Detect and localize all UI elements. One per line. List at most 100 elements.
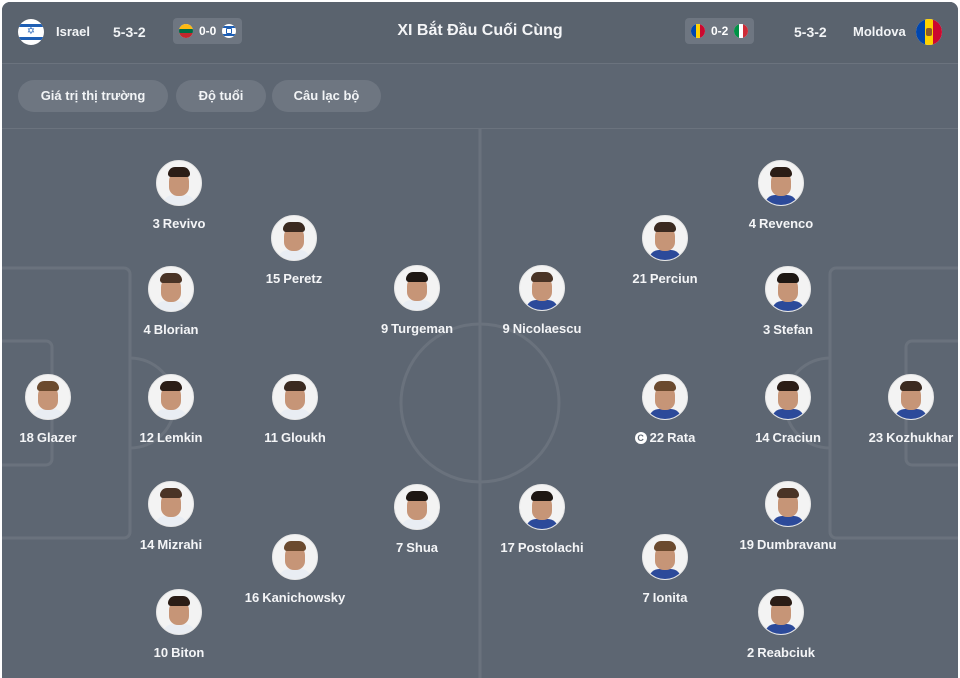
- player-name: Kanichowsky: [262, 590, 346, 605]
- player-photo: [519, 484, 565, 530]
- player-name: Revenco: [759, 216, 814, 231]
- player-label: 10 Biton: [109, 645, 249, 660]
- home-player-1[interactable]: 15 Peretz: [224, 215, 364, 286]
- player-name: Mizrahi: [157, 537, 203, 552]
- player-name: Peretz: [283, 271, 323, 286]
- player-number: 18: [19, 430, 34, 445]
- player-label: 7 Shua: [347, 540, 487, 555]
- captain-badge-icon: C: [634, 431, 647, 444]
- filter-market-value-button[interactable]: Giá trị thị trường: [18, 80, 168, 112]
- player-label: 2 Reabciuk: [711, 645, 851, 660]
- filter-age-button[interactable]: Độ tuổi: [176, 80, 266, 112]
- italy-flag-icon: [734, 24, 749, 38]
- away-player-8[interactable]: 17 Postolachi: [472, 484, 612, 555]
- away-formation: 5-3-2: [794, 24, 827, 40]
- player-name: Nicolaescu: [512, 321, 582, 336]
- player-label: 4 Blorian: [101, 322, 241, 337]
- away-team-name[interactable]: Moldova: [853, 24, 906, 39]
- home-player-2[interactable]: 4 Blorian: [101, 266, 241, 337]
- player-name: Dumbravanu: [757, 537, 837, 552]
- player-number: 14: [755, 430, 770, 445]
- player-label: 11 Gloukh: [225, 430, 365, 445]
- player-number: 17: [500, 540, 515, 555]
- player-number: 4: [143, 322, 151, 337]
- player-photo: [25, 374, 71, 420]
- player-name: Lemkin: [156, 430, 203, 445]
- player-photo: [148, 266, 194, 312]
- player-label: 12 Lemkin: [101, 430, 241, 445]
- player-photo: [758, 160, 804, 206]
- player-label: 9 Nicolaescu: [472, 321, 612, 336]
- player-number: 9: [380, 321, 389, 336]
- away-recent-match[interactable]: 0-2: [685, 18, 755, 44]
- away-player-3[interactable]: 3 Stefan: [718, 266, 858, 337]
- player-photo: [765, 374, 811, 420]
- player-number: 9: [502, 321, 510, 336]
- player-name: Kozhukhar: [886, 430, 954, 445]
- player-photo: [765, 266, 811, 312]
- player-photo: [272, 534, 318, 580]
- player-number: 3: [152, 216, 160, 231]
- player-name: Postolachi: [517, 540, 584, 555]
- player-number: 7: [642, 590, 650, 605]
- player-name: Stefan: [773, 322, 813, 337]
- lineup-header: ✡ Israel 5-3-2 0-0 XI Bắt Đầu Cuối Cùng: [2, 2, 958, 64]
- player-name: Blorian: [153, 322, 199, 337]
- pitch: 3 Revivo 15 Peretz 4 Blorian 9 Turgeman 18 Glazer…: [2, 129, 958, 678]
- filter-club-button[interactable]: Câu lạc bộ: [272, 80, 381, 112]
- player-name: Revivo: [162, 216, 206, 231]
- away-player-4[interactable]: C 22 Rata: [595, 374, 735, 445]
- player-photo: [156, 160, 202, 206]
- player-number: 11: [264, 430, 278, 445]
- player-number: 19: [739, 537, 754, 552]
- player-name: Ionita: [652, 590, 688, 605]
- player-number: 2: [746, 645, 755, 660]
- away-player-10[interactable]: 2 Reabciuk: [711, 589, 851, 660]
- player-photo: [148, 374, 194, 420]
- away-recent-score: 0-2: [711, 24, 729, 38]
- filter-bar: Giá trị thị trường Độ tuổi Câu lạc bộ: [2, 64, 958, 129]
- player-name: Gloukh: [280, 430, 326, 445]
- player-label: 9 Turgeman: [347, 321, 487, 336]
- player-label: 3 Stefan: [718, 322, 858, 337]
- home-player-5[interactable]: 12 Lemkin: [101, 374, 241, 445]
- player-number: 21: [632, 271, 647, 286]
- home-player-8[interactable]: 7 Shua: [347, 484, 487, 555]
- player-photo: [642, 534, 688, 580]
- player-label: 14 Craciun: [718, 430, 858, 445]
- away-player-5[interactable]: 14 Craciun: [718, 374, 858, 445]
- player-photo: [888, 374, 934, 420]
- moldova-flag-icon: [916, 19, 942, 45]
- player-name: Biton: [171, 645, 205, 660]
- player-photo: [272, 374, 318, 420]
- player-photo: [271, 215, 317, 261]
- player-number: 23: [868, 430, 884, 445]
- away-player-6[interactable]: 23 Kozhukhar: [841, 374, 958, 445]
- player-photo: [519, 265, 565, 311]
- home-player-10[interactable]: 10 Biton: [109, 589, 249, 660]
- player-name: Glazer: [36, 430, 77, 445]
- away-player-7[interactable]: 19 Dumbravanu: [718, 481, 858, 552]
- player-photo: [156, 589, 202, 635]
- player-name: Rata: [667, 430, 696, 445]
- away-player-2[interactable]: 9 Nicolaescu: [472, 265, 612, 336]
- player-label: 14 Mizrahi: [101, 537, 241, 552]
- player-photo: [642, 215, 688, 261]
- player-label: 19 Dumbravanu: [718, 537, 858, 552]
- home-player-7[interactable]: 14 Mizrahi: [101, 481, 241, 552]
- player-number: 22: [649, 430, 665, 445]
- player-photo: [758, 589, 804, 635]
- player-name: Reabciuk: [757, 645, 816, 660]
- player-photo: [642, 374, 688, 420]
- player-label: C 22 Rata: [595, 430, 735, 445]
- moldova-flag-small-icon: [691, 24, 705, 38]
- player-number: 10: [153, 645, 169, 660]
- home-player-6[interactable]: 11 Gloukh: [225, 374, 365, 445]
- away-player-1[interactable]: 21 Perciun: [595, 215, 735, 286]
- player-photo: [148, 481, 194, 527]
- home-player-3[interactable]: 9 Turgeman: [347, 265, 487, 336]
- player-label: 23 Kozhukhar: [841, 430, 958, 445]
- player-photo: [394, 484, 440, 530]
- player-label: 21 Perciun: [595, 271, 735, 286]
- player-label: 17 Postolachi: [472, 540, 612, 555]
